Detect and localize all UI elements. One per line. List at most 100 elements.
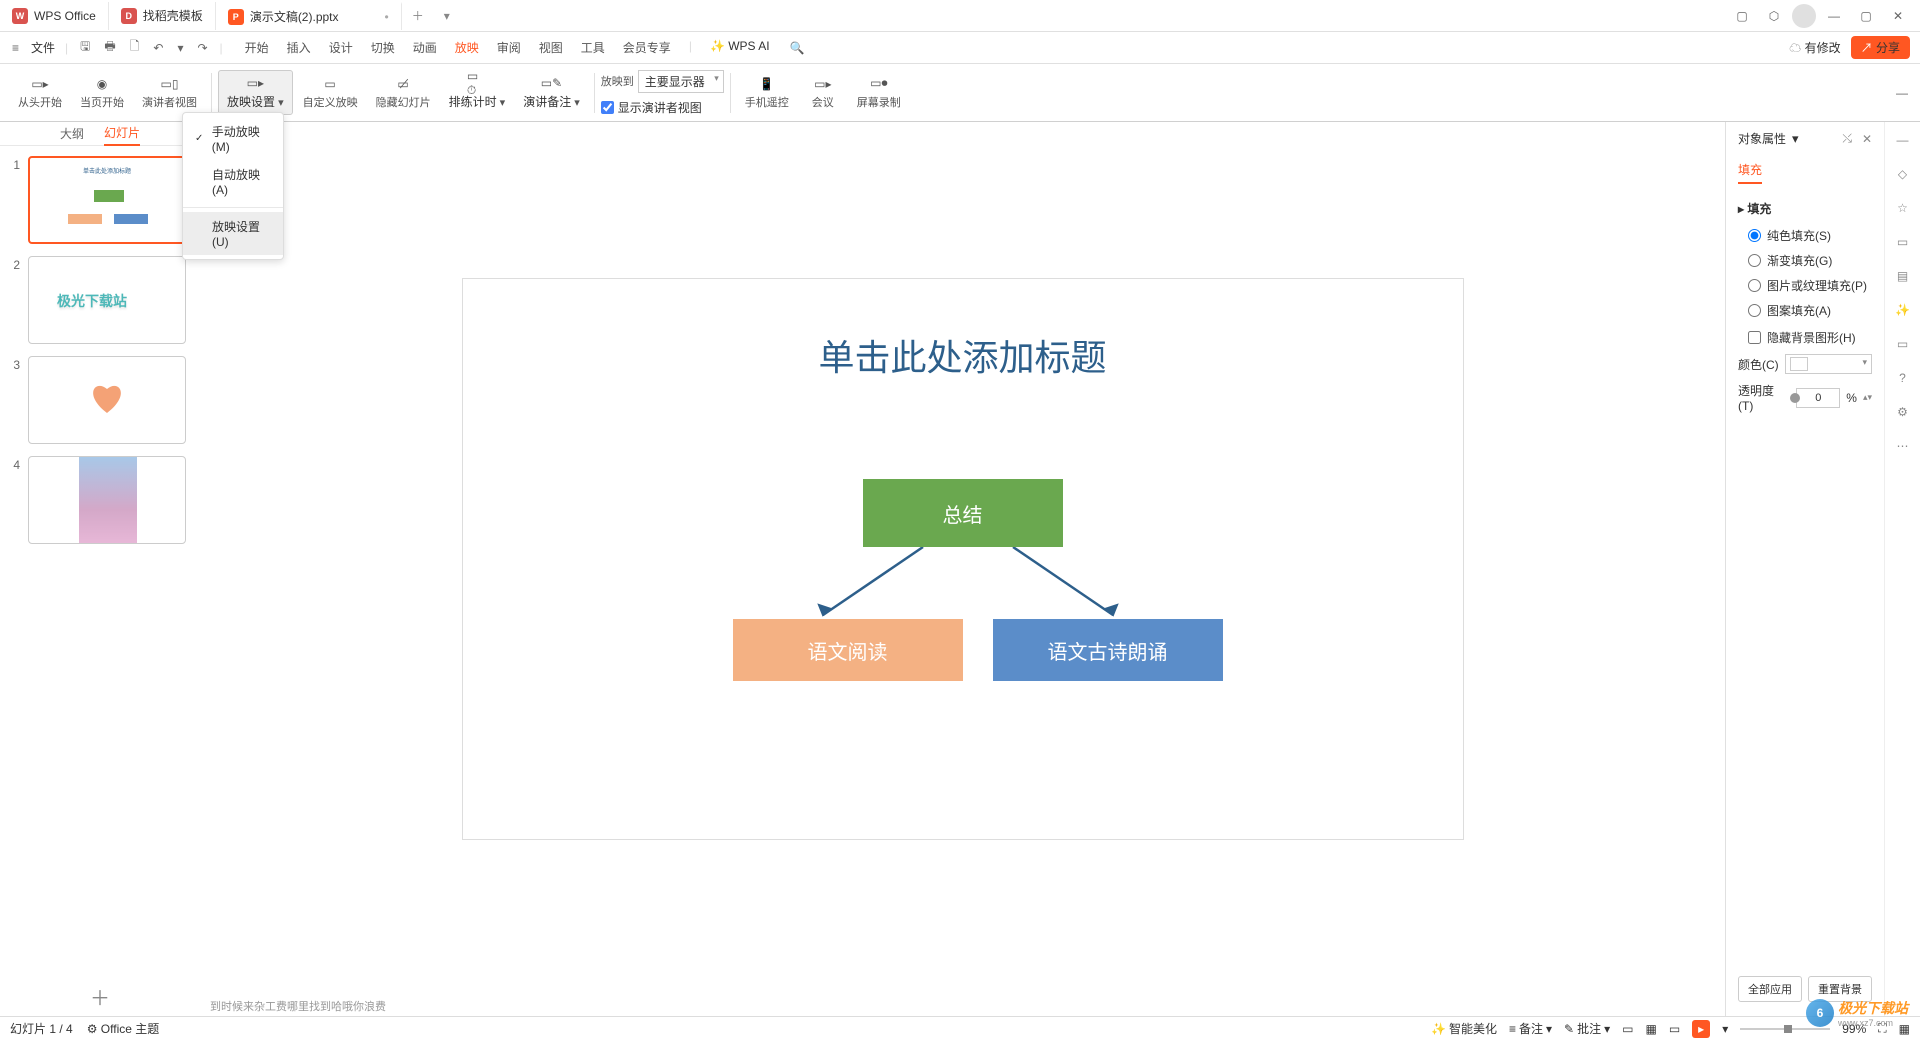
wps-ai[interactable]: ✨ WPS AI (710, 39, 770, 57)
search-icon[interactable]: 🔍 (788, 39, 807, 57)
thumb-number: 4 (8, 458, 20, 472)
thumb-number: 3 (8, 358, 20, 372)
slide-canvas[interactable]: 单击此处添加标题 总结 语文阅读 语文古诗朗诵 (463, 279, 1463, 839)
from-start-button[interactable]: ▭▸从头开始 (10, 72, 70, 114)
thumbnail-4[interactable] (28, 456, 186, 544)
tab-document[interactable]: P 演示文稿(2).pptx • (216, 2, 402, 30)
menu-member[interactable]: 会员专享 (623, 39, 671, 57)
help-icon[interactable]: ? (1893, 368, 1913, 388)
menu-transition[interactable]: 切换 (371, 39, 395, 57)
preview-icon[interactable]: 🗋 (128, 35, 142, 60)
apply-all-button[interactable]: 全部应用 (1738, 976, 1802, 1002)
show-presenter-checkbox[interactable]: 显示演讲者视图 (601, 99, 702, 116)
sparkle-icon[interactable]: ✨ (1893, 300, 1913, 320)
meeting-button[interactable]: ▭▸会议 (799, 72, 847, 114)
auto-play-item[interactable]: 自动放映(A) (183, 160, 283, 203)
fill-section[interactable]: ▸ 填充 (1738, 200, 1872, 217)
file-menu[interactable]: 文件 (31, 39, 55, 56)
outline-tab[interactable]: 大纲 (60, 122, 84, 145)
slides-tab[interactable]: 幻灯片 (104, 121, 140, 146)
presenter-view-button[interactable]: ▭▯演讲者视图 (134, 72, 205, 114)
modified-status[interactable]: ☁ 有修改 (1789, 39, 1840, 56)
close-panel-icon[interactable]: ✕ (1862, 132, 1872, 146)
monitor-select[interactable]: 主要显示器 (638, 70, 724, 93)
slideshow-settings-button[interactable]: ▭▸放映设置 ▾ (218, 70, 293, 115)
add-slide-button[interactable]: ＋ (0, 976, 200, 1016)
menu-slideshow[interactable]: 放映 (455, 39, 479, 57)
notes-area[interactable]: 到时候来杂工费哪里找到哈哦你浪费 (200, 996, 1725, 1016)
slide-title[interactable]: 单击此处添加标题 (463, 329, 1463, 381)
sorter-view-icon[interactable]: ▦ (1646, 1022, 1657, 1036)
fill-tab[interactable]: 填充 (1738, 161, 1762, 184)
menu-view[interactable]: 视图 (539, 39, 563, 57)
record-button[interactable]: ▭⏺屏幕录制 (849, 72, 909, 114)
from-current-button[interactable]: ◉当页开始 (72, 72, 132, 114)
menu-animation[interactable]: 动画 (413, 39, 437, 57)
box-reading[interactable]: 语文阅读 (733, 619, 963, 681)
hide-bg-checkbox[interactable]: 隐藏背景图形(H) (1748, 329, 1872, 346)
titlebar: W WPS Office D 找稻壳模板 P 演示文稿(2).pptx • ＋ … (0, 0, 1920, 32)
solid-fill-radio[interactable]: 纯色填充(S) (1748, 227, 1872, 244)
phone-remote-button[interactable]: 📱手机遥控 (737, 72, 797, 114)
play-settings-item[interactable]: 放映设置(U) (183, 212, 283, 255)
close-button[interactable]: ✕ (1884, 2, 1912, 30)
tab-home[interactable]: W WPS Office (0, 2, 109, 30)
more-icon[interactable]: ⋯ (1893, 436, 1913, 456)
comments-toggle[interactable]: ✎ 批注 ▾ (1564, 1020, 1610, 1037)
menu-tools[interactable]: 工具 (581, 39, 605, 57)
tab-add[interactable]: ＋ (402, 7, 434, 24)
manual-play-item[interactable]: ✓手动放映(M) (183, 117, 283, 160)
maximize-button[interactable]: ▢ (1852, 2, 1880, 30)
redo-icon[interactable]: ↷ (195, 39, 209, 57)
ribbon-collapse-icon[interactable]: — (1894, 84, 1910, 102)
custom-show-button[interactable]: ▭自定义放映 (295, 72, 366, 114)
cube-icon[interactable]: ⬡ (1760, 2, 1788, 30)
pin-icon[interactable]: ⤯ (1842, 131, 1852, 146)
print-icon[interactable]: 🖶 (102, 35, 117, 60)
divider: | (689, 39, 692, 57)
thumbnail-3[interactable] (28, 356, 186, 444)
stepper-icon[interactable]: ▴▾ (1863, 392, 1872, 403)
opacity-input[interactable] (1796, 388, 1840, 408)
menu-insert[interactable]: 插入 (287, 39, 311, 57)
tab-dropdown[interactable]: ▾ (434, 9, 460, 23)
color-picker[interactable] (1785, 354, 1872, 374)
gradient-fill-radio[interactable]: 渐变填充(G) (1748, 252, 1872, 269)
save-icon[interactable]: 🖫 (78, 35, 92, 60)
play-dropdown[interactable]: ▾ (1722, 1022, 1728, 1036)
layout-icon[interactable]: ▢ (1728, 2, 1756, 30)
right-sidebar: — ◇ ☆ ▭ ▤ ✨ ▭ ? ⚙ ⋯ (1884, 122, 1920, 1016)
tab-template[interactable]: D 找稻壳模板 (109, 2, 216, 30)
slideshow-button[interactable]: ▸ (1692, 1020, 1710, 1038)
layers-icon[interactable]: ▭ (1893, 232, 1913, 252)
speaker-notes-button[interactable]: ▭✎演讲备注 ▾ (515, 71, 588, 114)
menu-review[interactable]: 审阅 (497, 39, 521, 57)
hide-slide-button[interactable]: ▭̸隐藏幻灯片 (368, 72, 439, 114)
star-icon[interactable]: ☆ (1893, 198, 1913, 218)
menu-design[interactable]: 设计 (329, 39, 353, 57)
thumbnail-2[interactable]: 极光下载站 (28, 256, 186, 344)
menu-icon[interactable]: ≡ (10, 39, 21, 57)
picture-fill-radio[interactable]: 图片或纹理填充(P) (1748, 277, 1872, 294)
pattern-fill-radio[interactable]: 图案填充(A) (1748, 302, 1872, 319)
panel-collapse-icon[interactable]: — (1893, 130, 1913, 150)
undo-drop-icon[interactable]: ▾ (175, 39, 185, 57)
assets-icon[interactable]: ▤ (1893, 266, 1913, 286)
notes-toggle[interactable]: ≡ 备注 ▾ (1509, 1020, 1552, 1037)
reading-view-icon[interactable]: ▭ (1669, 1022, 1680, 1036)
undo-icon[interactable]: ↶ (151, 39, 165, 57)
normal-view-icon[interactable]: ▭ (1622, 1022, 1633, 1036)
menu-start[interactable]: 开始 (245, 39, 269, 57)
minimize-button[interactable]: — (1820, 2, 1848, 30)
rehearse-button[interactable]: ▭⏱排练计时 ▾ (441, 71, 514, 114)
image-placeholder (79, 457, 137, 544)
puzzle-icon[interactable]: ⚙ (1893, 402, 1913, 422)
shape-tool-icon[interactable]: ◇ (1893, 164, 1913, 184)
box-summary[interactable]: 总结 (863, 479, 1063, 547)
thumbnail-1[interactable]: 单击此处添加标题 (28, 156, 186, 244)
book-icon[interactable]: ▭ (1893, 334, 1913, 354)
box-poetry[interactable]: 语文古诗朗诵 (993, 619, 1223, 681)
avatar[interactable] (1792, 4, 1816, 28)
share-button[interactable]: ↗ 分享 (1851, 36, 1910, 59)
beautify-button[interactable]: ✨ 智能美化 (1431, 1020, 1497, 1037)
